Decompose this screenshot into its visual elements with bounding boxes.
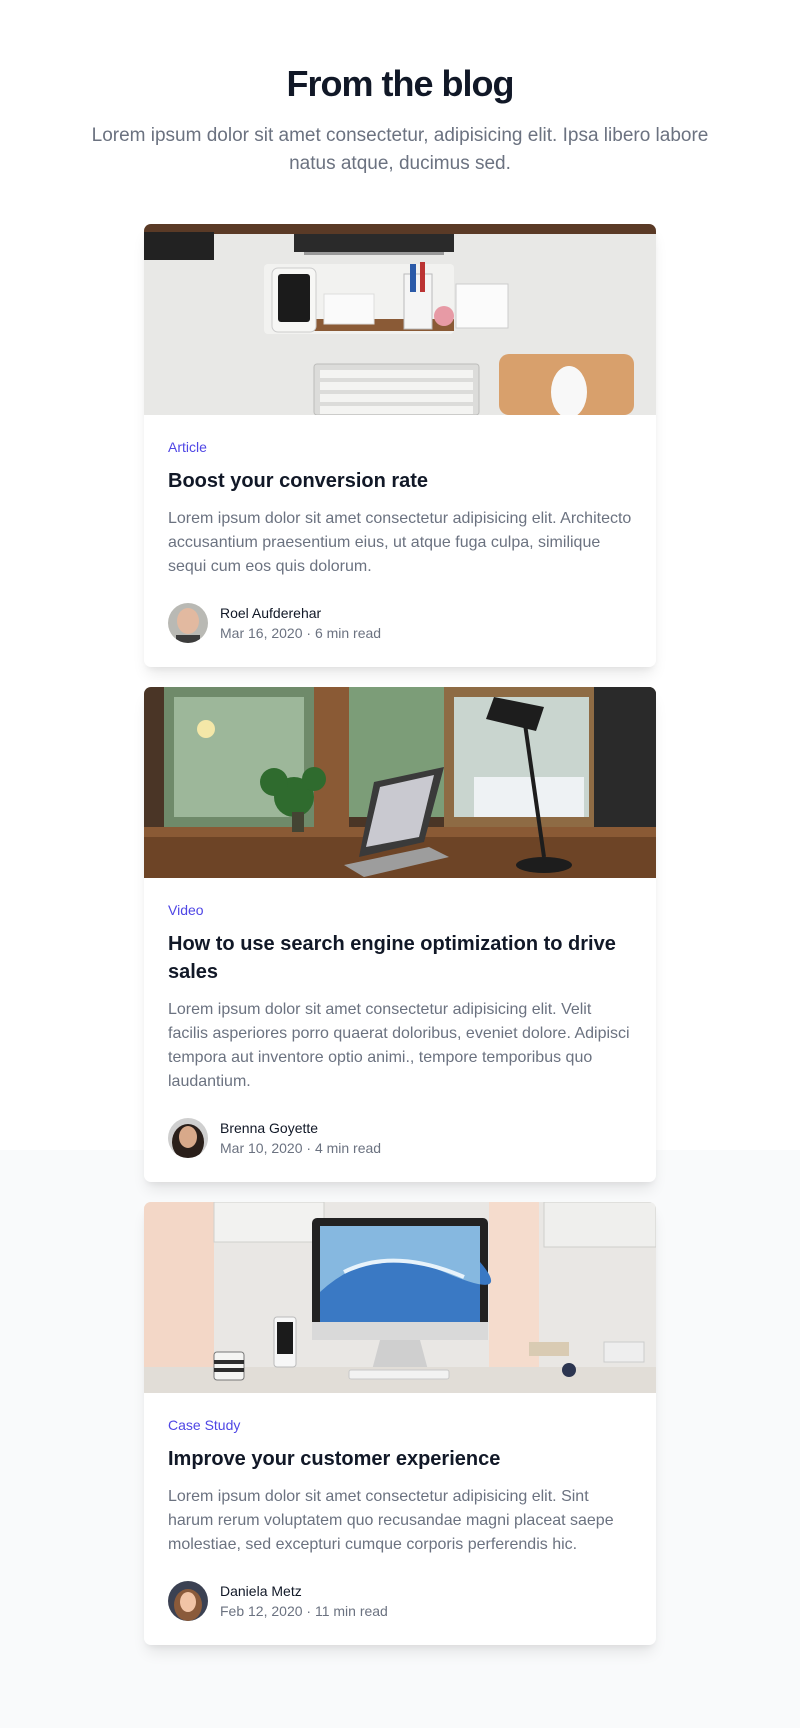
post-image-imac-desk[interactable]	[144, 1202, 656, 1393]
author-avatar[interactable]	[168, 603, 208, 643]
post-image-laptop-window[interactable]	[144, 687, 656, 878]
post-title-link[interactable]: Improve your customer experience	[168, 1445, 632, 1473]
author-avatar[interactable]	[168, 1581, 208, 1621]
blog-card[interactable]: Video How to use search engine optimizat…	[144, 687, 656, 1182]
post-meta: Mar 10, 2020 · 4 min read	[220, 1140, 382, 1156]
author-info: Brenna Goyette Mar 10, 2020 · 4 min read	[220, 1118, 381, 1158]
author-avatar[interactable]	[168, 1118, 208, 1158]
author-name-link[interactable]: Daniela Metz	[220, 1581, 388, 1601]
card-body: Article Boost your conversion rate Lorem…	[144, 415, 656, 667]
post-excerpt: Lorem ipsum dolor sit amet consectetur a…	[168, 1001, 630, 1090]
post-category-link[interactable]: Article	[168, 439, 632, 455]
blog-card-list: Article Boost your conversion rate Lorem…	[144, 224, 656, 1665]
post-excerpt: Lorem ipsum dolor sit amet consectetur a…	[168, 1488, 614, 1553]
card-body: Case Study Improve your customer experie…	[144, 1393, 656, 1645]
blog-card[interactable]: Case Study Improve your customer experie…	[144, 1202, 656, 1645]
section-subtitle: Lorem ipsum dolor sit amet consectetur, …	[91, 125, 709, 174]
section-title: From the blog	[286, 63, 515, 104]
post-meta: Mar 16, 2020 · 6 min read	[220, 625, 382, 641]
post-category-link[interactable]: Case Study	[168, 1417, 632, 1433]
post-title-link[interactable]: How to use search engine optimization to…	[168, 930, 632, 986]
author-row: Brenna Goyette Mar 10, 2020 · 4 min read	[168, 1118, 632, 1158]
author-info: Daniela Metz Feb 12, 2020 · 11 min read	[220, 1581, 388, 1621]
post-title-link[interactable]: Boost your conversion rate	[168, 467, 632, 495]
post-meta: Feb 12, 2020 · 11 min read	[220, 1603, 388, 1619]
blog-card[interactable]: Article Boost your conversion rate Lorem…	[144, 224, 656, 667]
post-excerpt: Lorem ipsum dolor sit amet consectetur a…	[168, 510, 632, 575]
card-body: Video How to use search engine optimizat…	[144, 878, 656, 1182]
author-name-link[interactable]: Brenna Goyette	[220, 1118, 381, 1138]
author-row: Roel Aufderehar Mar 16, 2020 · 6 min rea…	[168, 603, 632, 643]
post-image-desk-keyboard[interactable]	[144, 224, 656, 415]
author-info: Roel Aufderehar Mar 16, 2020 · 6 min rea…	[220, 603, 381, 643]
blog-header: From the blog Lorem ipsum dolor sit amet…	[0, 0, 800, 178]
author-name-link[interactable]: Roel Aufderehar	[220, 603, 381, 623]
post-category-link[interactable]: Video	[168, 902, 632, 918]
author-row: Daniela Metz Feb 12, 2020 · 11 min read	[168, 1581, 632, 1621]
